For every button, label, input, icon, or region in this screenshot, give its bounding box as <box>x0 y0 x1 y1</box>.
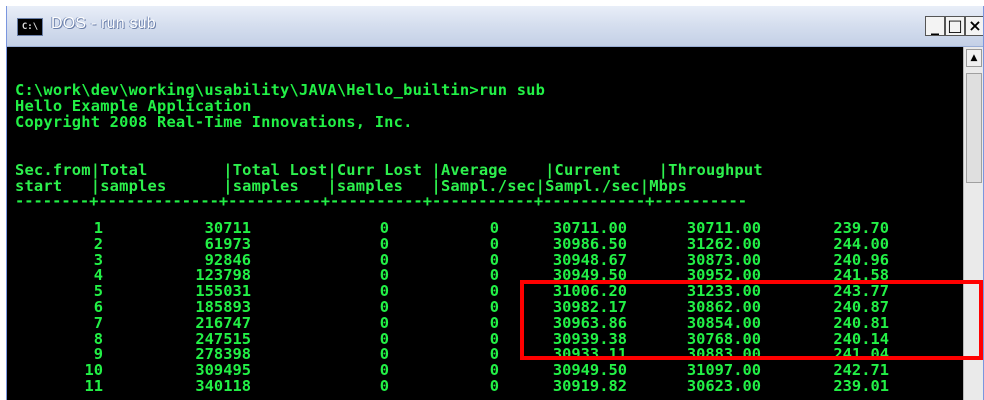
title-bar[interactable]: C:\ DOS - run sub _ □ × <box>7 6 983 47</box>
app-name-line: Hello Example Application <box>15 97 252 115</box>
cell-throughput: 240.96 <box>833 250 889 269</box>
cell-average: 30711.00 <box>552 219 627 237</box>
cell-total-lost: 0 <box>379 377 389 395</box>
table-row: 3 92846 0 0 30948.67 30873.00 240.96 <box>15 252 960 268</box>
table-header-row-1: Sec.from|Total |Total Lost|Curr Lost |Av… <box>15 161 763 179</box>
cell-average: 30986.50 <box>552 234 627 253</box>
close-button[interactable]: × <box>965 16 983 36</box>
cell-current: 30873.00 <box>686 250 761 269</box>
cell-throughput: 239.01 <box>833 377 889 395</box>
cell-total-samples: 123798 <box>195 266 251 285</box>
cell-total-lost: 0 <box>379 219 389 237</box>
cell-throughput: 244.00 <box>833 234 889 253</box>
cell-current: 30623.00 <box>686 377 761 395</box>
cell-total-lost: 0 <box>379 345 389 364</box>
cell-curr-lost: 0 <box>489 329 499 348</box>
cell-sec: 11 <box>84 377 103 395</box>
cell-curr-lost: 0 <box>489 345 499 364</box>
maximize-button[interactable]: □ <box>945 16 965 36</box>
cell-total-lost: 0 <box>379 329 389 348</box>
table-row: 1 30711 0 0 30711.00 30711.00 239.70 <box>15 220 960 236</box>
console-app-icon[interactable]: C:\ <box>17 18 43 36</box>
cell-total-samples: 30711 <box>204 219 251 237</box>
minimize-button[interactable]: _ <box>925 16 945 36</box>
cell-current: 31262.00 <box>686 234 761 253</box>
cell-curr-lost: 0 <box>489 234 499 253</box>
cell-total-lost: 0 <box>379 250 389 269</box>
cell-average: 30949.50 <box>552 361 627 380</box>
table-row: 10 309495 0 0 30949.50 31097.00 242.71 <box>15 362 960 378</box>
cell-sec: 1 <box>93 219 103 237</box>
cell-sec: 5 <box>93 282 103 301</box>
scroll-thumb[interactable] <box>966 73 982 183</box>
table-row: 11 340118 0 0 30919.82 30623.00 239.01 <box>15 378 960 394</box>
cell-total-samples: 92846 <box>204 250 251 269</box>
cell-average: 30948.67 <box>552 250 627 269</box>
cell-total-samples: 278398 <box>195 345 251 364</box>
copyright-line: Copyright 2008 Real-Time Innovations, In… <box>15 113 413 131</box>
cell-sec: 9 <box>93 345 103 364</box>
cell-total-samples: 61973 <box>204 234 251 253</box>
cell-total-lost: 0 <box>379 361 389 380</box>
cell-throughput: 239.70 <box>833 219 889 237</box>
cell-total-samples: 340118 <box>195 377 251 395</box>
cell-total-samples: 247515 <box>195 329 251 348</box>
cell-curr-lost: 0 <box>489 313 499 332</box>
cell-sec: 2 <box>93 234 103 253</box>
window-title: DOS - run sub <box>51 15 156 32</box>
cell-curr-lost: 0 <box>489 282 499 301</box>
cell-total-lost: 0 <box>379 313 389 332</box>
cell-curr-lost: 0 <box>489 298 499 316</box>
cell-throughput: 242.71 <box>833 361 889 380</box>
cell-curr-lost: 0 <box>489 361 499 380</box>
cell-total-samples: 309495 <box>195 361 251 380</box>
cell-total-samples: 155031 <box>195 282 251 301</box>
cell-total-lost: 0 <box>379 282 389 301</box>
cell-total-samples: 185893 <box>195 298 251 316</box>
table-separator: --------+-------------+----------+------… <box>15 192 748 210</box>
dos-window: C:\ DOS - run sub _ □ × ▲ C:\work\dev\wo… <box>6 6 984 400</box>
cell-total-lost: 0 <box>379 266 389 285</box>
cell-curr-lost: 0 <box>489 250 499 269</box>
cell-sec: 4 <box>93 266 103 285</box>
cell-sec: 8 <box>93 329 103 348</box>
cell-curr-lost: 0 <box>489 266 499 285</box>
cell-sec: 6 <box>93 298 103 316</box>
scroll-up-button[interactable]: ▲ <box>966 49 982 67</box>
cell-curr-lost: 0 <box>489 377 499 395</box>
cell-curr-lost: 0 <box>489 219 499 237</box>
cell-total-lost: 0 <box>379 234 389 253</box>
cell-current: 30711.00 <box>686 219 761 237</box>
table-row: 2 61973 0 0 30986.50 31262.00 244.00 <box>15 236 960 252</box>
cell-sec: 3 <box>93 250 103 269</box>
cell-sec: 10 <box>84 361 103 380</box>
cell-sec: 7 <box>93 313 103 332</box>
cell-average: 30919.82 <box>552 377 627 395</box>
cell-total-samples: 216747 <box>195 313 251 332</box>
cell-total-lost: 0 <box>379 298 389 316</box>
cell-current: 31097.00 <box>686 361 761 380</box>
highlight-box <box>520 280 983 360</box>
command-line: C:\work\dev\working\usability\JAVA\Hello… <box>15 81 546 99</box>
